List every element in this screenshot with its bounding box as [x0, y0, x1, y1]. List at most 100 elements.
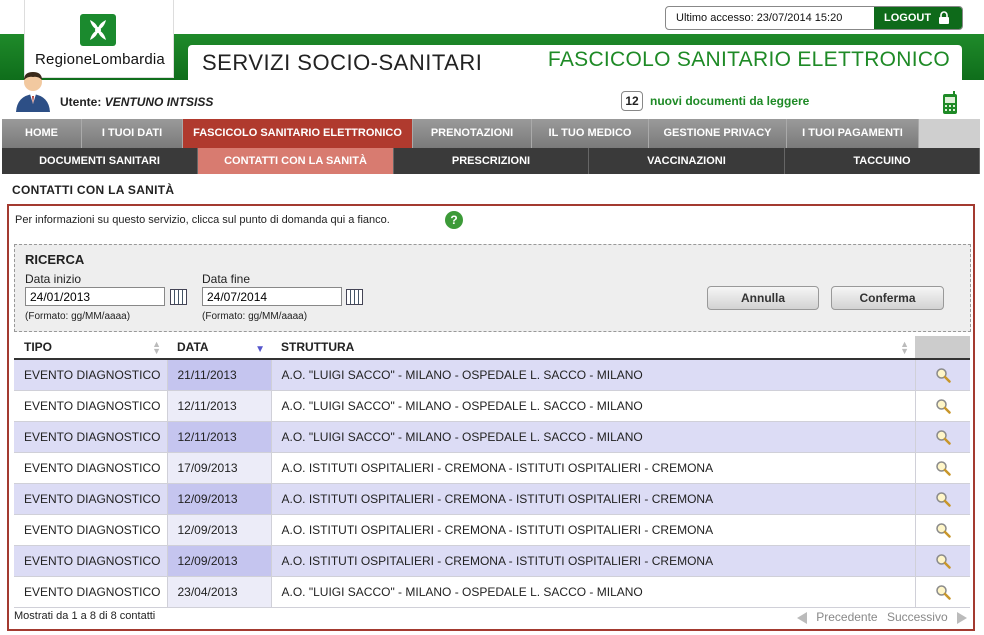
- magnifier-icon[interactable]: [935, 429, 951, 445]
- contacts-panel: Per informazioni su questo servizio, cli…: [7, 204, 975, 631]
- sort-icon: ▲ ▼: [152, 339, 161, 356]
- column-header-tipo-label: TIPO: [24, 340, 53, 354]
- column-header-data[interactable]: DATA ▼: [167, 336, 271, 360]
- cell-action: [915, 545, 970, 577]
- subnav-vaccinazioni[interactable]: VACCINAZIONI: [589, 148, 785, 174]
- magnifier-icon[interactable]: [935, 522, 951, 538]
- cell-tipo: EVENTO DIAGNOSTICO: [14, 390, 168, 422]
- start-format-hint: (Formato: gg/MM/aaaa): [25, 311, 131, 322]
- nav-gestione-privacy[interactable]: GESTIONE PRIVACY: [649, 119, 787, 148]
- contacts-table: TIPO ▲ ▼ DATA ▼ STRUTTURA ▲ ▼ EVENTO DIAGNOST…: [14, 336, 970, 608]
- table-row[interactable]: EVENTO DIAGNOSTICO 12/09/2013 A.O. ISTITUT…: [14, 514, 970, 546]
- magnifier-icon[interactable]: [935, 553, 951, 569]
- user-avatar-icon: [16, 72, 50, 112]
- cell-struttura: A.O. ISTITUTI OSPITALIERI - CREMONA - IS…: [271, 545, 916, 577]
- cell-tipo: EVENTO DIAGNOSTICO: [14, 576, 168, 608]
- cell-data: 12/09/2013: [167, 545, 272, 577]
- cell-data: 12/11/2013: [167, 390, 272, 422]
- nav-tuo-medico[interactable]: IL TUO MEDICO: [532, 119, 649, 148]
- new-documents-count[interactable]: 12: [621, 91, 643, 111]
- nav-tuoi-pagamenti[interactable]: I TUOI PAGAMENTI: [787, 119, 919, 148]
- end-date-label: Data fine: [202, 272, 251, 286]
- cell-struttura: A.O. ISTITUTI OSPITALIERI - CREMONA - IS…: [271, 483, 916, 515]
- service-title: SERVIZI SOCIO-SANITARI: [202, 50, 483, 75]
- cell-action: [915, 483, 970, 515]
- magnifier-icon[interactable]: [935, 460, 951, 476]
- subnav-documenti-sanitari[interactable]: DOCUMENTI SANITARI: [2, 148, 198, 174]
- lock-icon: [939, 11, 949, 24]
- magnifier-icon[interactable]: [935, 367, 951, 383]
- cell-action: [915, 390, 970, 422]
- end-calendar-icon[interactable]: [346, 289, 363, 305]
- logo-mark-icon: [80, 14, 116, 46]
- next-arrow-icon[interactable]: [957, 611, 967, 624]
- logout-label: LOGOUT: [884, 12, 932, 24]
- mobile-phone-icon[interactable]: [942, 91, 958, 115]
- column-header-struttura-label: STRUTTURA: [281, 340, 355, 354]
- next-page-link[interactable]: Successivo: [887, 610, 948, 624]
- cell-struttura: A.O. "LUIGI SACCO" - MILANO - OSPEDALE L…: [271, 390, 916, 422]
- user-row: Utente: VENTUNO INTSISS 12 nuovi documen…: [0, 72, 984, 118]
- table-row[interactable]: EVENTO DIAGNOSTICO 12/09/2013 A.O. ISTITUT…: [14, 483, 970, 515]
- subnav-prescrizioni[interactable]: PRESCRIZIONI: [394, 148, 589, 174]
- search-title: RICERCA: [25, 252, 85, 267]
- cell-struttura: A.O. "LUIGI SACCO" - MILANO - OSPEDALE L…: [271, 421, 916, 453]
- column-header-data-label: DATA: [177, 340, 209, 354]
- column-header-actions: [915, 336, 970, 360]
- user-label: Utente: VENTUNO INTSISS: [60, 95, 213, 109]
- nav-tuoi-dati[interactable]: I TUOI DATI: [82, 119, 183, 148]
- cell-action: [915, 576, 970, 608]
- nav-prenotazioni[interactable]: PRENOTAZIONI: [413, 119, 532, 148]
- header: RegioneLombardia Ultimo accesso: 23/07/2…: [0, 0, 984, 80]
- magnifier-icon[interactable]: [935, 398, 951, 414]
- cancel-button[interactable]: Annulla: [707, 286, 819, 310]
- subnav-contatti-sanita[interactable]: CONTATTI CON LA SANITÀ: [198, 148, 394, 174]
- title-bar: SERVIZI SOCIO-SANITARI FASCICOLO SANITAR…: [188, 45, 962, 80]
- logout-button[interactable]: LOGOUT: [874, 7, 962, 29]
- table-row[interactable]: EVENTO DIAGNOSTICO 17/09/2013 A.O. ISTITUT…: [14, 452, 970, 484]
- confirm-button[interactable]: Conferma: [831, 286, 944, 310]
- results-count: Mostrati da 1 a 8 di 8 contatti: [14, 610, 156, 622]
- table-row[interactable]: EVENTO DIAGNOSTICO 23/04/2013 A.O. "LUIGI …: [14, 576, 970, 608]
- cell-struttura: A.O. "LUIGI SACCO" - MILANO - OSPEDALE L…: [271, 576, 916, 608]
- subnav-taccuino[interactable]: TACCUINO: [785, 148, 980, 174]
- nav-fascicolo[interactable]: FASCICOLO SANITARIO ELETTRONICO: [183, 119, 413, 148]
- table-row[interactable]: EVENTO DIAGNOSTICO 12/11/2013 A.O. "LUIGI …: [14, 421, 970, 453]
- table-row[interactable]: EVENTO DIAGNOSTICO 12/09/2013 A.O. ISTITUT…: [14, 545, 970, 577]
- column-header-struttura[interactable]: STRUTTURA ▲ ▼: [271, 336, 915, 360]
- cell-action: [915, 359, 970, 391]
- cell-data: 21/11/2013: [167, 359, 272, 391]
- cell-data: 12/11/2013: [167, 421, 272, 453]
- cell-data: 17/09/2013: [167, 452, 272, 484]
- prev-arrow-icon[interactable]: [796, 611, 807, 624]
- pager: Precedente Successivo: [791, 610, 967, 624]
- sort-desc-icon: ▼: [255, 344, 265, 355]
- sort-icon: ▲ ▼: [900, 339, 909, 356]
- cell-tipo: EVENTO DIAGNOSTICO: [14, 421, 168, 453]
- end-format-hint: (Formato: gg/MM/aaaa): [202, 311, 308, 322]
- info-text: Per informazioni su questo servizio, cli…: [15, 214, 390, 226]
- start-date-input[interactable]: [25, 287, 165, 306]
- page-title: CONTATTI CON LA SANITÀ: [12, 183, 175, 197]
- column-header-tipo[interactable]: TIPO ▲ ▼: [14, 336, 167, 360]
- cell-struttura: A.O. "LUIGI SACCO" - MILANO - OSPEDALE L…: [271, 359, 916, 391]
- user-name: VENTUNO INTSISS: [104, 95, 214, 109]
- start-calendar-icon[interactable]: [170, 289, 187, 305]
- magnifier-icon[interactable]: [935, 584, 951, 600]
- main-nav: HOME I TUOI DATI FASCICOLO SANITARIO ELE…: [2, 119, 980, 148]
- end-date-input[interactable]: [202, 287, 342, 306]
- table-row[interactable]: EVENTO DIAGNOSTICO 12/11/2013 A.O. "LUIGI …: [14, 390, 970, 422]
- nav-home[interactable]: HOME: [2, 119, 82, 148]
- cell-action: [915, 452, 970, 484]
- cell-data: 12/09/2013: [167, 483, 272, 515]
- magnifier-icon[interactable]: [935, 491, 951, 507]
- cell-tipo: EVENTO DIAGNOSTICO: [14, 359, 168, 391]
- table-row[interactable]: EVENTO DIAGNOSTICO 21/11/2013 A.O. "LUIGI …: [14, 359, 970, 391]
- cell-struttura: A.O. ISTITUTI OSPITALIERI - CREMONA - IS…: [271, 452, 916, 484]
- cell-data: 23/04/2013: [167, 576, 272, 608]
- cell-data: 12/09/2013: [167, 514, 272, 546]
- prev-page-link[interactable]: Precedente: [816, 610, 877, 624]
- new-documents-link[interactable]: nuovi documenti da leggere: [650, 94, 809, 108]
- regione-logo[interactable]: RegioneLombardia: [24, 0, 174, 78]
- help-icon[interactable]: ?: [445, 211, 463, 229]
